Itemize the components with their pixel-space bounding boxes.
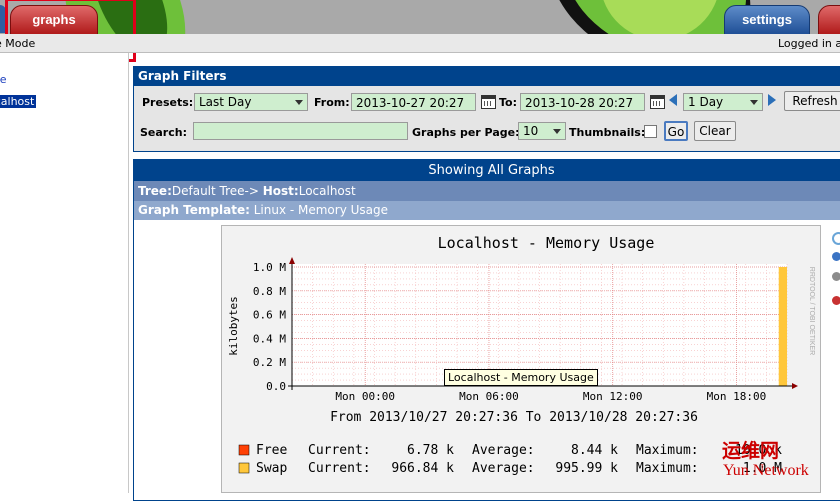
thumbnails-label: Thumbnails: — [569, 126, 646, 139]
from-input[interactable]: 2013-10-27 20:27 — [351, 93, 476, 111]
tree-prefix: Tree: — [138, 184, 172, 198]
timespan-value: 1 Day — [688, 95, 724, 109]
tree-root-link[interactable]: ee — [0, 73, 7, 86]
legend-average-label: Average: — [472, 443, 535, 458]
legend-average-label: Average: — [472, 461, 535, 476]
logged-in-label: Logged in a — [778, 37, 840, 50]
shift-left-icon[interactable] — [669, 94, 677, 106]
legend-average-value: 8.44 k — [571, 443, 618, 458]
tree-breadcrumb-bar: Tree:Default Tree-> Host:Localhost — [134, 181, 840, 201]
legend-swatch — [238, 462, 250, 474]
chevron-down-icon — [750, 100, 758, 105]
y-tick-label: 1.0 M — [253, 261, 286, 274]
search-input[interactable] — [193, 122, 408, 140]
legend-series-name: Free — [256, 443, 287, 458]
calendar-icon[interactable] — [650, 95, 665, 109]
graph-tooltip: Localhost - Memory Usage — [444, 369, 598, 386]
legend-current-value: 966.84 k — [391, 461, 454, 476]
legend-current-label: Current: — [308, 443, 371, 458]
chart-period: From 2013/10/27 20:27:36 To 2013/10/28 2… — [330, 410, 698, 425]
graphs-per-page-label: Graphs per Page: — [412, 126, 520, 139]
legend-series-name: Swap — [256, 461, 287, 476]
showing-all-graphs-bar: Showing All Graphs — [134, 160, 840, 181]
legend-current-value: 6.78 k — [407, 443, 454, 458]
y-tick-label: 0.8 M — [253, 285, 286, 298]
presets-label: Presets: — [142, 96, 194, 109]
refresh-button[interactable]: Refresh — [784, 91, 840, 111]
host-prefix: Host: — [262, 184, 299, 198]
search-label: Search: — [140, 126, 187, 139]
legend-maximum-label: Maximum: — [636, 461, 699, 476]
to-input[interactable]: 2013-10-28 20:27 — [520, 93, 645, 111]
legend-swatch — [238, 444, 250, 456]
y-tick-label: 0.6 M — [253, 309, 286, 322]
presets-value: Last Day — [199, 95, 252, 109]
thumbnails-checkbox[interactable] — [644, 125, 657, 138]
tab-settings[interactable]: settings — [724, 5, 810, 34]
legend-average-value: 995.99 k — [555, 461, 618, 476]
y-tick-label: 0.2 M — [253, 356, 286, 369]
chart-title: Localhost - Memory Usage — [438, 234, 655, 252]
graphs-per-page-select[interactable]: 10 — [518, 122, 566, 140]
x-tick-label: Mon 06:00 — [459, 390, 519, 403]
x-tick-labels: Mon 00:00 Mon 06:00 Mon 12:00 Mon 18:00 — [335, 390, 766, 403]
mode-bar: e Mode Logged in a — [0, 34, 840, 53]
presets-select[interactable]: Last Day — [194, 93, 308, 111]
to-label: To: — [499, 96, 517, 109]
chevron-down-icon — [295, 100, 303, 105]
clear-button[interactable]: Clear — [694, 121, 736, 141]
chart-legend: Free Current: 6.78 k Average: 8.44 k Maximum:… — [238, 443, 782, 476]
template-value: Linux - Memory Usage — [253, 203, 389, 217]
info-icon[interactable] — [832, 252, 840, 261]
tree-pane: ee ocalhost — [0, 53, 129, 493]
wrench-icon[interactable] — [832, 272, 840, 281]
host-value: Localhost — [298, 184, 356, 198]
template-prefix: Graph Template: — [138, 203, 250, 217]
calendar-icon[interactable] — [481, 95, 496, 109]
timespan-select[interactable]: 1 Day — [683, 93, 763, 111]
go-button[interactable]: Go — [664, 121, 688, 141]
y-tick-labels: 0.0 0.2 M 0.4 M 0.6 M 0.8 M 1.0 M — [253, 261, 286, 393]
graph-filters-title: Graph Filters — [134, 67, 840, 86]
graph-template-bar: Graph Template: Linux - Memory Usage — [134, 201, 840, 220]
tree-host-link[interactable]: ocalhost — [0, 95, 37, 108]
chevron-down-icon — [553, 129, 561, 134]
from-label: From: — [314, 96, 350, 109]
x-tick-label: Mon 12:00 — [583, 390, 643, 403]
shift-right-icon[interactable] — [768, 94, 776, 106]
x-axis-arrow — [792, 383, 798, 389]
cancel-icon[interactable] — [832, 296, 840, 305]
tree-value: Default Tree-> — [171, 184, 259, 198]
tab-extra[interactable] — [818, 5, 840, 34]
graphs-per-page-value: 10 — [523, 124, 539, 138]
graph-filters-panel: Graph Filters Presets: Last Day From: 20… — [133, 66, 840, 152]
zoom-icon[interactable] — [832, 232, 840, 245]
chart-ylabel: kilobytes — [227, 296, 240, 356]
series-marks — [778, 267, 787, 386]
legend-current-label: Current: — [308, 461, 371, 476]
y-tick-label: 0.4 M — [253, 332, 286, 345]
y-axis-arrow — [289, 257, 295, 264]
x-tick-label: Mon 18:00 — [707, 390, 767, 403]
watermark-cn: 运维网 — [722, 440, 780, 462]
x-tick-label: Mon 00:00 — [335, 390, 395, 403]
mode-link[interactable]: e Mode — [0, 37, 35, 50]
swap-area — [778, 267, 787, 386]
y-tick-label: 0.0 — [266, 380, 286, 393]
chart-side-watermark: RRDTOOL / TOBI OETIKER — [808, 267, 815, 355]
watermark-en: Yun Network — [723, 462, 809, 479]
legend-maximum-label: Maximum: — [636, 443, 699, 458]
